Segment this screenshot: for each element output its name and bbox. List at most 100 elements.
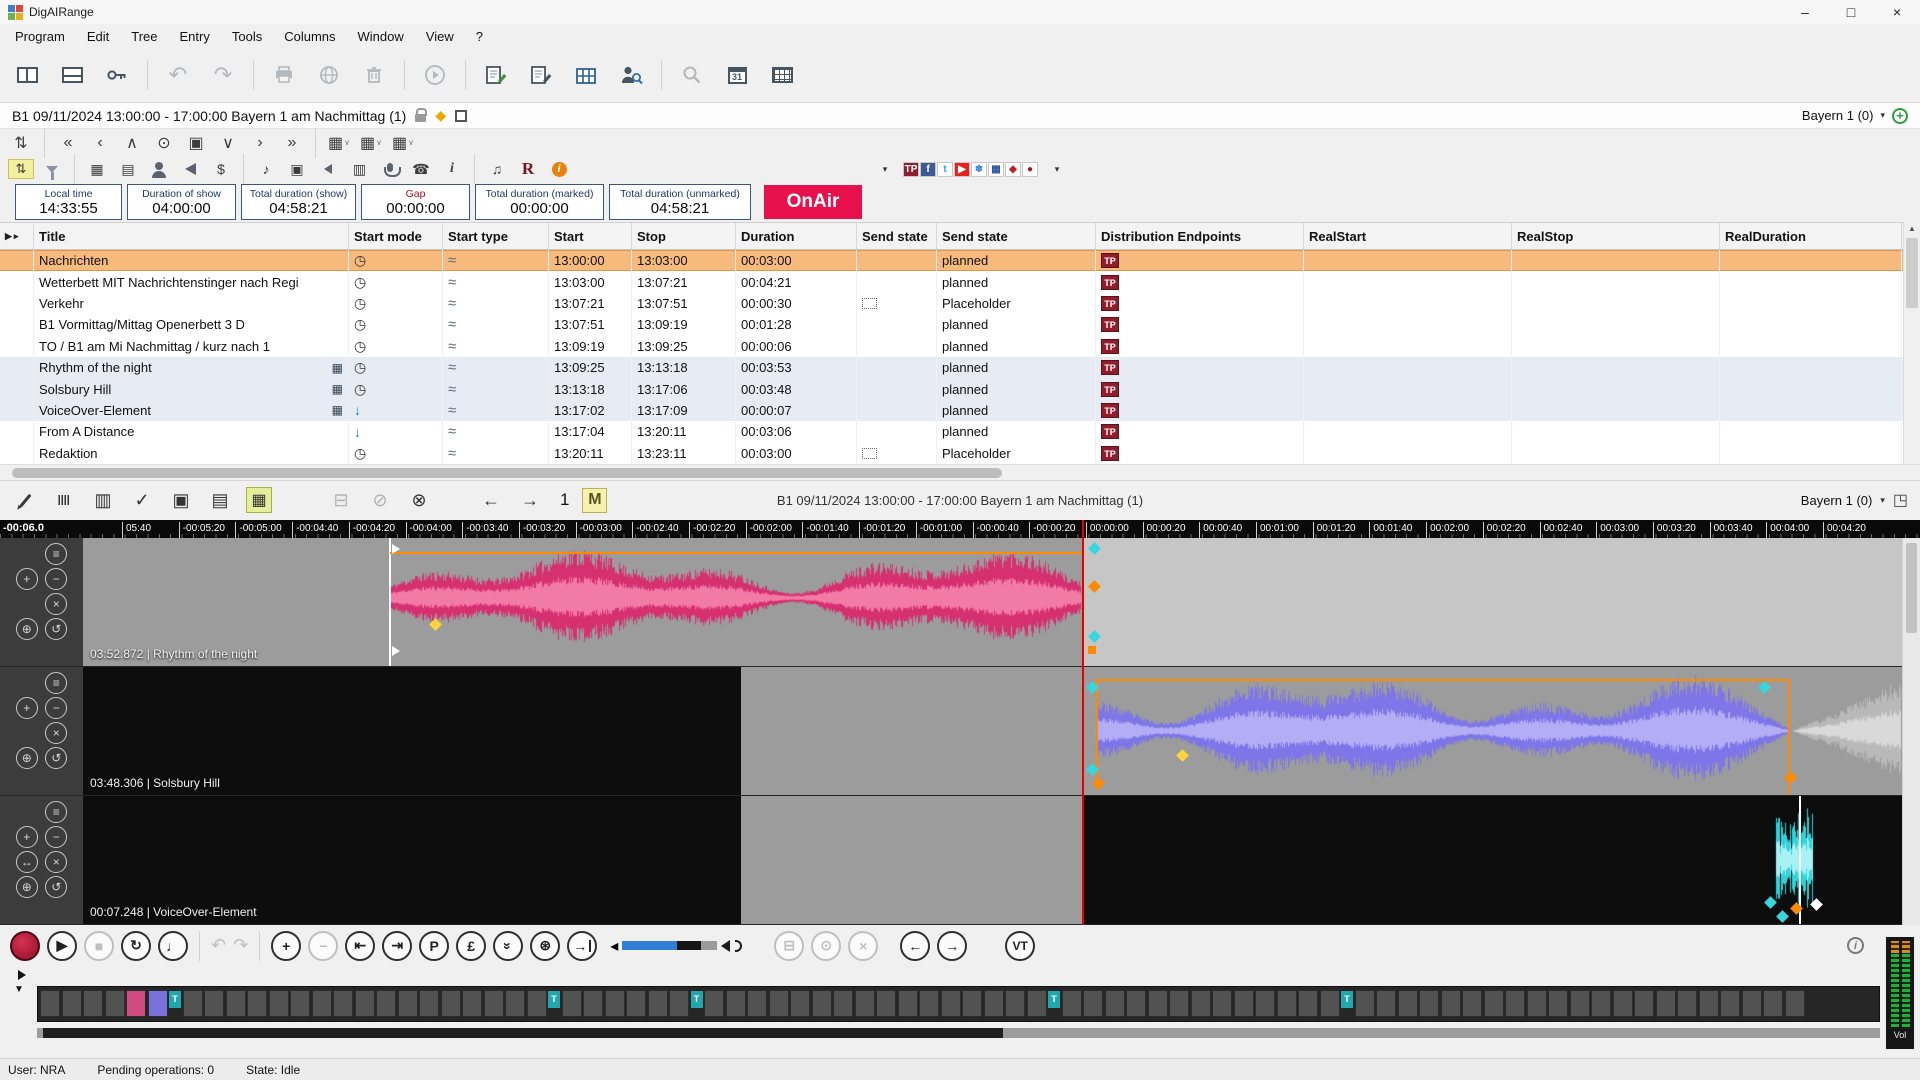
overview-item[interactable] bbox=[312, 990, 332, 1017]
column-header[interactable]: RealStart bbox=[1304, 223, 1512, 249]
menu-columns[interactable]: Columns bbox=[273, 24, 346, 48]
overview-item[interactable] bbox=[1320, 990, 1340, 1017]
overview-item[interactable] bbox=[1419, 990, 1439, 1017]
metronome-button[interactable]: ♩ bbox=[158, 931, 188, 961]
contacts-button[interactable] bbox=[146, 158, 172, 180]
crosshair-button[interactable]: ⊕ bbox=[16, 876, 38, 898]
overview-item[interactable] bbox=[505, 990, 525, 1017]
scroll-thumb[interactable] bbox=[12, 468, 1002, 478]
channel-selector-label[interactable]: Bayern 1 (0) bbox=[1802, 108, 1874, 123]
mixer-button[interactable]: ≣ bbox=[51, 487, 77, 513]
menu-tools[interactable]: Tools bbox=[221, 24, 273, 48]
layout-horizontal-button[interactable] bbox=[53, 56, 91, 94]
move-down-button[interactable]: ∨ bbox=[215, 132, 241, 154]
zoom-out-button[interactable]: − bbox=[45, 826, 67, 848]
layout-vertical-button[interactable] bbox=[8, 56, 46, 94]
multitrack-button[interactable]: ▦ bbox=[246, 487, 272, 513]
key-button[interactable] bbox=[98, 56, 136, 94]
column-header[interactable]: RealStop bbox=[1512, 223, 1720, 249]
calendar-entry-button[interactable]: ▣ bbox=[183, 132, 209, 154]
overview-item[interactable] bbox=[269, 990, 289, 1017]
zoom-in-button[interactable]: + bbox=[16, 568, 38, 590]
overview-item[interactable] bbox=[355, 990, 375, 1017]
editor-vertical-scrollbar[interactable] bbox=[1902, 538, 1920, 925]
play-button[interactable]: ▶ bbox=[47, 931, 77, 961]
notes-button[interactable]: ♫ bbox=[484, 158, 510, 180]
transition-marker[interactable]: T bbox=[691, 991, 703, 1008]
overview-item[interactable] bbox=[1277, 990, 1297, 1017]
column-header[interactable]: Start mode bbox=[349, 223, 443, 249]
crosshair-button[interactable]: ⊕ bbox=[16, 618, 38, 640]
goto-first-button[interactable]: « bbox=[55, 132, 81, 154]
delete-item-button[interactable]: × bbox=[45, 593, 67, 615]
menu-program[interactable]: Program bbox=[4, 24, 76, 48]
expand-icon[interactable]: ◳ bbox=[1893, 490, 1908, 510]
loop-button[interactable]: ↻ bbox=[121, 931, 151, 961]
table-row[interactable]: VoiceOver-Element▦↓≈13:17:0213:17:0900:0… bbox=[0, 400, 1920, 421]
overview-item[interactable] bbox=[726, 990, 746, 1017]
overview-item[interactable] bbox=[876, 990, 896, 1017]
column-header[interactable]: ▶▸ bbox=[0, 223, 34, 249]
transition-marker[interactable]: T bbox=[548, 991, 560, 1008]
menu-window[interactable]: Window bbox=[347, 24, 415, 48]
tp-icon[interactable]: TP bbox=[903, 162, 919, 177]
previous-item-button[interactable]: ← bbox=[478, 487, 504, 513]
info-button[interactable]: i bbox=[439, 158, 465, 180]
goto-start-button[interactable]: ⇤ bbox=[345, 931, 375, 961]
overview-item[interactable] bbox=[1062, 990, 1082, 1017]
splitter-row[interactable] bbox=[0, 967, 1920, 983]
goto-last-button[interactable]: » bbox=[279, 132, 305, 154]
endpoint-dropdown-button[interactable]: ▾ bbox=[872, 158, 898, 180]
transition-marker[interactable]: T bbox=[1341, 991, 1353, 1008]
twitter-icon[interactable]: t bbox=[937, 162, 953, 177]
table-row[interactable]: Solsbury Hill▦◷≈13:13:1813:17:0600:03:48… bbox=[0, 378, 1920, 399]
overview-item[interactable] bbox=[1677, 990, 1697, 1017]
item-boundary-line[interactable] bbox=[1096, 679, 1098, 789]
insert-block3-button[interactable]: ▦∨ bbox=[390, 132, 416, 154]
goto-previous-button[interactable]: ‹ bbox=[87, 132, 113, 154]
overview-item[interactable] bbox=[648, 990, 668, 1017]
track-menu-button[interactable]: ≡ bbox=[45, 672, 67, 694]
overview-item[interactable] bbox=[769, 990, 789, 1017]
menu-[interactable]: ? bbox=[465, 24, 494, 48]
overview-item[interactable] bbox=[83, 990, 103, 1017]
menu-view[interactable]: View bbox=[415, 24, 465, 48]
transition-marker[interactable]: T bbox=[169, 991, 181, 1008]
volume-envelope-line[interactable] bbox=[390, 552, 1082, 554]
overview-item[interactable] bbox=[441, 990, 461, 1017]
status-square-icon[interactable] bbox=[455, 110, 467, 122]
lock-open-icon[interactable] bbox=[415, 114, 426, 122]
sort-button[interactable]: ⇅ bbox=[8, 132, 34, 154]
overview-item[interactable] bbox=[1298, 990, 1318, 1017]
overview-item[interactable] bbox=[1376, 990, 1396, 1017]
overview-item[interactable] bbox=[1355, 990, 1375, 1017]
goto-next-button[interactable]: › bbox=[247, 132, 273, 154]
chevron-down-icon[interactable]: ▾ bbox=[1880, 495, 1885, 506]
copy-button[interactable]: ▣ bbox=[168, 487, 194, 513]
add-show-button[interactable]: + bbox=[1892, 108, 1908, 124]
overview-item[interactable] bbox=[1212, 990, 1232, 1017]
overview-item[interactable] bbox=[562, 990, 582, 1017]
chevron-down-icon[interactable]: ▾ bbox=[1880, 110, 1885, 121]
overview-item[interactable] bbox=[1148, 990, 1168, 1017]
scroll-thumb[interactable] bbox=[43, 1028, 1003, 1038]
item-start-line[interactable] bbox=[389, 538, 391, 666]
overview-item[interactable] bbox=[1720, 990, 1740, 1017]
overview-item[interactable] bbox=[833, 990, 853, 1017]
overview-item[interactable] bbox=[626, 990, 646, 1017]
table-row[interactable]: Verkehr◷≈13:07:2113:07:5100:00:30Placeho… bbox=[0, 293, 1920, 314]
overview-item[interactable] bbox=[1591, 990, 1611, 1017]
column-header[interactable]: Send state bbox=[937, 223, 1096, 249]
speaker-icon[interactable] bbox=[721, 940, 730, 952]
column-header[interactable]: RealDuration bbox=[1720, 223, 1902, 249]
maximize-button[interactable]: □ bbox=[1828, 0, 1874, 24]
zoom-in-button[interactable]: + bbox=[16, 697, 38, 719]
table-row[interactable]: Nachrichten◷≈13:00:0013:03:0000:03:00pla… bbox=[0, 250, 1920, 271]
overview-item[interactable] bbox=[1742, 990, 1762, 1017]
column-header[interactable]: Send state bbox=[857, 223, 937, 249]
overview-item[interactable] bbox=[1169, 990, 1189, 1017]
scroll-thumb[interactable] bbox=[1906, 543, 1917, 633]
goto-end-button[interactable]: ⇥ bbox=[382, 931, 412, 961]
menu-edit[interactable]: Edit bbox=[76, 24, 120, 48]
overview-item[interactable] bbox=[790, 990, 810, 1017]
